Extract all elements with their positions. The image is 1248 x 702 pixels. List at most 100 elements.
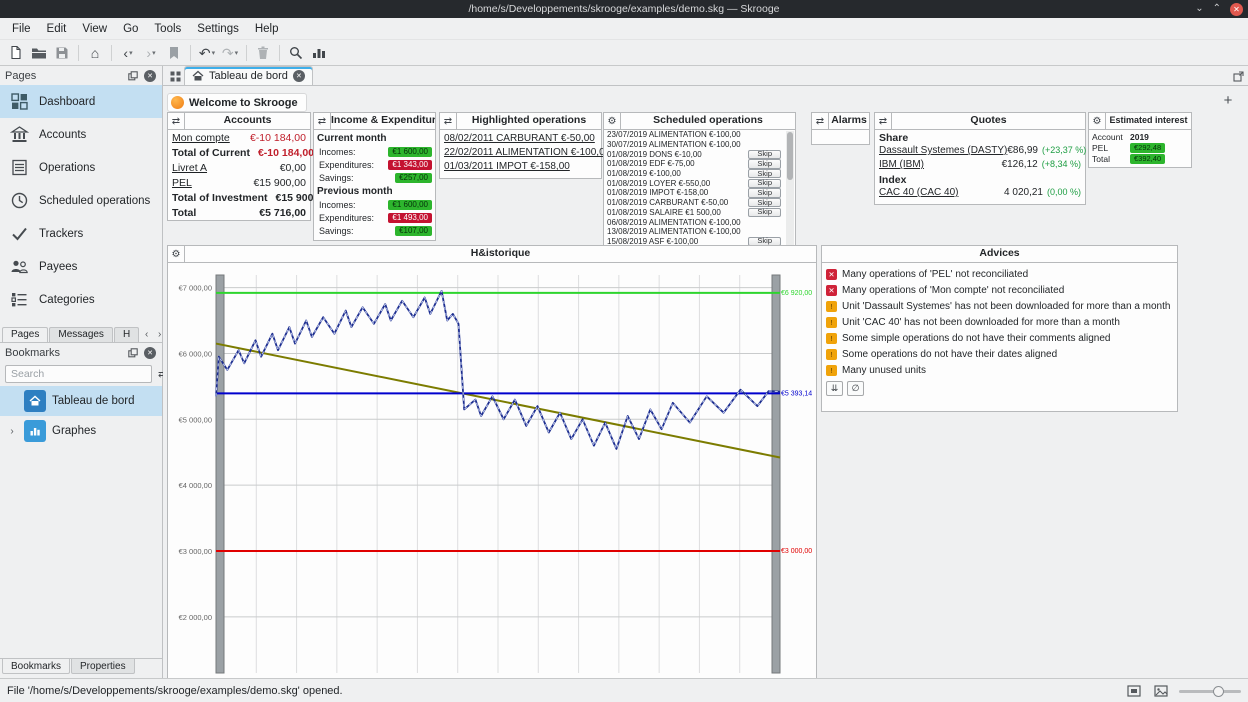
sidebar-item-operations[interactable]: Operations <box>0 151 162 184</box>
highlighted-operation[interactable]: 01/03/2011 IMPOT €-158,00 <box>444 161 597 175</box>
scheduled-row[interactable]: 30/07/2019 ALIMENTATION €-100,00 <box>604 140 795 150</box>
save-button[interactable] <box>51 42 73 64</box>
scheduled-row[interactable]: 01/08/2019 LOYER €-550,00Skip <box>604 178 795 188</box>
delete-button[interactable] <box>252 42 274 64</box>
undo-dropdown-icon[interactable]: ▾ <box>212 49 216 57</box>
highlighted-operation[interactable]: 08/02/2011 CARBURANT €-50,00 <box>444 133 597 147</box>
sidebar-item-scheduled-operations[interactable]: Scheduled operations <box>0 184 162 217</box>
redo-dropdown-icon[interactable]: ▾ <box>235 49 239 57</box>
maximize-icon[interactable]: ⌃ <box>1213 0 1221 18</box>
account-link[interactable]: PEL <box>172 177 192 189</box>
alarms-widget-header[interactable]: ⇄ Alarms <box>812 113 869 130</box>
widget-settings-icon[interactable]: ⚙ <box>604 113 621 129</box>
zoom-slider-handle[interactable] <box>1213 686 1224 697</box>
bookmark-item-tableau-de-bord[interactable]: Tableau de bord <box>0 386 162 416</box>
close-window-icon[interactable]: ✕ <box>1230 3 1243 16</box>
quote-link[interactable]: IBM (IBM) <box>879 159 924 170</box>
sidebar-item-trackers[interactable]: Trackers <box>0 217 162 250</box>
dismiss-advices-button[interactable]: ∅ <box>847 381 864 396</box>
widget-menu-icon[interactable]: ⇄ <box>314 113 331 129</box>
tab-history[interactable]: H <box>114 327 139 342</box>
new-document-button[interactable] <box>5 42 27 64</box>
pages-close-button[interactable]: ✕ <box>143 69 157 83</box>
scheduled-row[interactable]: 01/08/2019 €-100,00Skip <box>604 169 795 179</box>
zoom-original-button[interactable] <box>1152 682 1170 700</box>
scheduled-row[interactable]: 01/08/2019 EDF €-75,00Skip <box>604 159 795 169</box>
back-dropdown-icon[interactable]: ▾ <box>129 49 133 57</box>
tab-properties[interactable]: Properties <box>71 659 135 674</box>
tab-list-button[interactable] <box>166 68 184 85</box>
advice-item[interactable]: !Unit 'Dassault Systemes' has not been d… <box>826 298 1173 314</box>
bookmark-item-graphes[interactable]: › Graphes <box>0 416 162 446</box>
account-link[interactable]: Livret A <box>172 162 207 174</box>
widget-settings-icon[interactable]: ⚙ <box>168 246 185 262</box>
tab-bookmarks[interactable]: Bookmarks <box>2 659 70 674</box>
scrollbar-thumb[interactable] <box>787 132 793 180</box>
zoom-slider[interactable] <box>1179 684 1241 698</box>
forward-button[interactable]: ›▾ <box>140 42 162 64</box>
skip-button[interactable]: Skip <box>748 179 781 188</box>
skip-button[interactable]: Skip <box>748 150 781 159</box>
undo-button[interactable]: ↶▾ <box>196 42 218 64</box>
fit-page-button[interactable] <box>1125 682 1143 700</box>
tab-tableau-de-bord[interactable]: Tableau de bord ✕ <box>184 66 313 85</box>
account-link[interactable]: Mon compte <box>172 132 230 144</box>
tab-pages[interactable]: Pages <box>2 327 48 342</box>
pages-float-button[interactable] <box>126 69 140 83</box>
expander-icon[interactable]: › <box>6 426 18 437</box>
sidebar-item-dashboard[interactable]: Dashboard <box>0 85 162 118</box>
welcome-banner[interactable]: Welcome to Skrooge <box>167 93 307 112</box>
search-input[interactable] <box>5 365 152 383</box>
report-button[interactable] <box>308 42 330 64</box>
skip-button[interactable]: Skip <box>748 208 781 217</box>
back-button[interactable]: ‹▾ <box>117 42 139 64</box>
scrollbar[interactable] <box>786 131 794 245</box>
bookmarks-float-button[interactable] <box>126 346 140 360</box>
skip-button[interactable]: Skip <box>748 169 781 178</box>
advice-item[interactable]: !Some simple operations do not have thei… <box>826 330 1173 346</box>
advice-item[interactable]: !Unit 'CAC 40' has not been downloaded f… <box>826 314 1173 330</box>
historique-widget-header[interactable]: ⚙ H&istorique <box>168 246 816 263</box>
scheduled-row[interactable]: 01/08/2019 SALAIRE €1 500,00Skip <box>604 208 795 218</box>
sidebar-item-accounts[interactable]: Accounts <box>0 118 162 151</box>
forward-dropdown-icon[interactable]: ▾ <box>152 49 156 57</box>
accounts-widget-header[interactable]: ⇄ Accounts <box>168 113 310 130</box>
zoom-slider-track[interactable] <box>1179 690 1241 693</box>
highlighted-widget-header[interactable]: ⇄ Highlighted operations <box>440 113 601 130</box>
widget-menu-icon[interactable]: ⇄ <box>812 113 829 129</box>
highlighted-operation[interactable]: 22/02/2011 ALIMENTATION €-100,00 <box>444 147 597 161</box>
redo-button[interactable]: ↷▾ <box>219 42 241 64</box>
scheduled-widget-header[interactable]: ⚙ Scheduled operations <box>604 113 795 130</box>
advice-item[interactable]: !Some operations do not have their dates… <box>826 346 1173 362</box>
widget-menu-icon[interactable]: ⇄ <box>875 113 892 129</box>
scheduled-row[interactable]: 06/08/2019 ALIMENTATION €-100,00 <box>604 217 795 227</box>
scroll-left-icon[interactable]: ‹ <box>140 327 153 342</box>
advice-item[interactable]: ✕Many operations of 'PEL' not reconcilia… <box>826 266 1173 282</box>
sidebar-item-categories[interactable]: Categories <box>0 283 162 316</box>
menu-file[interactable]: File <box>4 20 39 38</box>
widget-menu-icon[interactable]: ⇄ <box>440 113 457 129</box>
home-button[interactable]: ⌂ <box>84 42 106 64</box>
scheduled-row[interactable]: 01/08/2019 DONS €-10,00Skip <box>604 149 795 159</box>
minimize-icon[interactable]: ⌄ <box>1195 0 1203 18</box>
income-widget-header[interactable]: ⇄ Income & Expenditure <box>314 113 435 130</box>
bookmark-button[interactable] <box>163 42 185 64</box>
estimated-widget-header[interactable]: ⚙ Estimated interest <box>1089 113 1191 130</box>
scheduled-row[interactable]: 01/08/2019 IMPOT €-158,00Skip <box>604 188 795 198</box>
widget-menu-icon[interactable]: ⇄ <box>168 113 185 129</box>
skip-button[interactable]: Skip <box>748 198 781 207</box>
show-more-advices-button[interactable]: ⇊ <box>826 381 843 396</box>
menu-help[interactable]: Help <box>247 20 287 38</box>
menu-view[interactable]: View <box>74 20 115 38</box>
scheduled-row[interactable]: 13/08/2019 ALIMENTATION €-100,00 <box>604 227 795 237</box>
sidebar-item-payees[interactable]: Payees <box>0 250 162 283</box>
advice-item[interactable]: !Many unused units <box>826 362 1173 378</box>
scheduled-row[interactable]: 01/08/2019 CARBURANT €-50,00Skip <box>604 198 795 208</box>
advices-widget-header[interactable]: Advices <box>822 246 1177 263</box>
bookmarks-close-button[interactable]: ✕ <box>143 346 157 360</box>
advice-item[interactable]: ✕Many operations of 'Mon compte' not rec… <box>826 282 1173 298</box>
quotes-widget-header[interactable]: ⇄ Quotes <box>875 113 1085 130</box>
widget-settings-icon[interactable]: ⚙ <box>1089 113 1106 129</box>
add-widget-button[interactable]: + <box>1220 92 1236 108</box>
quote-link[interactable]: CAC 40 (CAC 40) <box>879 187 958 198</box>
